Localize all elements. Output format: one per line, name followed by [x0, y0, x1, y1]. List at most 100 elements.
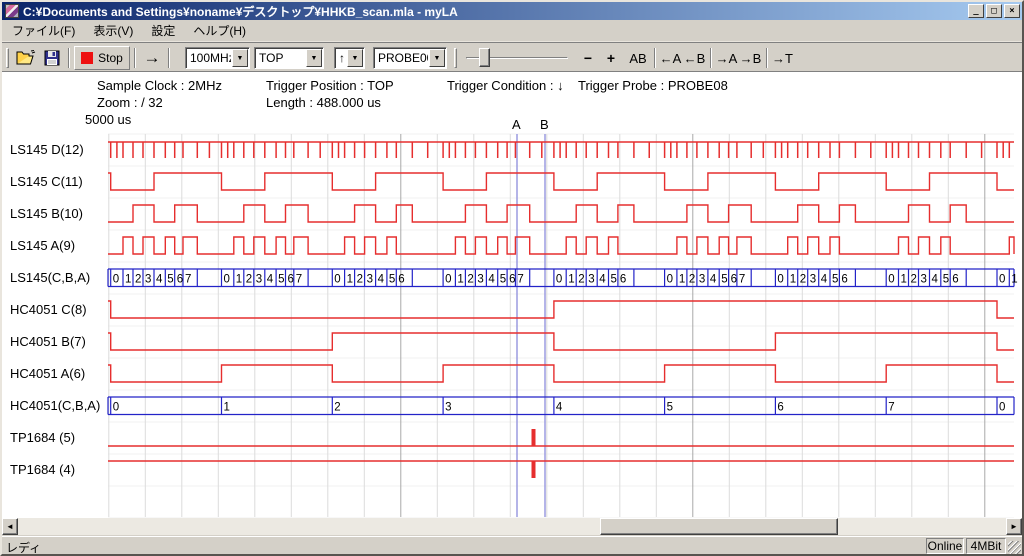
channel-label-ls145-a-9[interactable]: LS145 A(9): [10, 238, 75, 253]
svg-text:0: 0: [334, 274, 340, 286]
trigger-position-select[interactable]: TOP ▼: [254, 47, 324, 69]
toolbar-separator: [766, 48, 768, 68]
svg-text:2: 2: [246, 274, 252, 286]
channel-label-tp1684-5[interactable]: TP1684 (5): [10, 430, 75, 445]
svg-text:0: 0: [999, 402, 1005, 414]
svg-text:0: 0: [113, 274, 119, 286]
stop-label: Stop: [98, 51, 123, 65]
svg-text:6: 6: [288, 274, 294, 286]
zoom-in-button[interactable]: +: [603, 46, 619, 70]
channel-label-ls145-c-11[interactable]: LS145 C(11): [10, 174, 83, 189]
svg-text:1: 1: [236, 274, 242, 286]
scrollbar-thumb[interactable]: [600, 518, 838, 535]
svg-text:2: 2: [578, 274, 584, 286]
channel-label-hc4051-c-b-a[interactable]: HC4051(C,B,A): [10, 398, 100, 413]
svg-text:2: 2: [467, 274, 473, 286]
ab-range-button[interactable]: AB: [626, 46, 650, 70]
toolbar-grip[interactable]: [454, 48, 457, 68]
toolbar-grip[interactable]: [6, 48, 9, 68]
svg-text:1: 1: [457, 274, 463, 286]
trigger-probe-select[interactable]: PROBE00 ▼: [373, 47, 447, 69]
minimize-button[interactable]: _: [968, 4, 984, 18]
svg-text:5: 5: [167, 274, 173, 286]
channel-label-hc4051-c-8[interactable]: HC4051 C(8): [10, 302, 87, 317]
svg-text:7: 7: [517, 274, 523, 286]
toolbar-separator: [68, 48, 70, 68]
trigger-probe-value: PROBE00: [374, 51, 428, 65]
svg-text:7: 7: [739, 274, 745, 286]
svg-text:4: 4: [488, 274, 495, 286]
svg-text:1: 1: [901, 274, 907, 286]
scroll-left-arrow-icon[interactable]: ◄: [2, 518, 18, 535]
channel-label-ls145-d-12[interactable]: LS145 D(12): [10, 142, 84, 157]
svg-text:3: 3: [810, 274, 816, 286]
svg-text:0: 0: [113, 402, 119, 414]
svg-text:5: 5: [667, 402, 673, 414]
goto-marker-b-right-button[interactable]: →B: [739, 46, 762, 70]
goto-marker-a-right-button[interactable]: →A: [715, 46, 738, 70]
zoom-slider-thumb[interactable]: [479, 48, 490, 67]
zoom-out-button[interactable]: −: [580, 46, 596, 70]
status-bar: レディ Online 4MBit: [2, 536, 1022, 554]
svg-text:2: 2: [334, 402, 340, 414]
save-button[interactable]: [40, 46, 64, 70]
chevron-down-icon[interactable]: ▼: [232, 49, 248, 67]
waveform-client-area: Sample Clock : 2MHz Trigger Position : T…: [2, 72, 1022, 518]
stop-square-icon: [81, 52, 93, 64]
menu-settings[interactable]: 設定: [142, 19, 184, 42]
svg-text:4: 4: [267, 274, 274, 286]
svg-text:0: 0: [999, 274, 1005, 286]
svg-text:6: 6: [777, 402, 783, 414]
svg-text:6: 6: [952, 274, 958, 286]
channel-label-hc4051-a-6[interactable]: HC4051 A(6): [10, 366, 85, 381]
svg-text:0: 0: [224, 274, 230, 286]
svg-text:5: 5: [389, 274, 395, 286]
svg-text:3: 3: [699, 274, 705, 286]
open-button[interactable]: [14, 46, 38, 70]
svg-text:6: 6: [398, 274, 404, 286]
maximize-button[interactable]: □: [986, 4, 1002, 18]
channel-label-hc4051-b-7[interactable]: HC4051 B(7): [10, 334, 86, 349]
svg-text:2: 2: [135, 274, 141, 286]
chevron-down-icon[interactable]: ▼: [429, 49, 445, 67]
channel-label-ls145-b-10[interactable]: LS145 B(10): [10, 206, 83, 221]
stop-button[interactable]: Stop: [74, 46, 130, 70]
svg-text:5: 5: [278, 274, 284, 286]
app-window: C:¥Documents and Settings¥noname¥デスクトップ¥…: [0, 0, 1024, 556]
svg-text:6: 6: [620, 274, 626, 286]
channel-label-tp1684-4[interactable]: TP1684 (4): [10, 462, 75, 477]
goto-marker-b-left-button[interactable]: ←B: [683, 46, 706, 70]
resize-grip[interactable]: [1008, 541, 1021, 554]
svg-text:0: 0: [445, 274, 451, 286]
menu-help[interactable]: ヘルプ(H): [184, 19, 255, 42]
status-ready-text: レディ: [6, 539, 41, 556]
svg-text:5: 5: [832, 274, 838, 286]
svg-text:3: 3: [145, 274, 151, 286]
horizontal-scrollbar[interactable]: ◄ ►: [2, 518, 1022, 535]
toolbar: Stop → 100MHz ▼ TOP ▼ ↑ ▼ PROBE00 ▼ − + …: [2, 42, 1022, 72]
svg-text:0: 0: [667, 274, 673, 286]
run-button[interactable]: →: [139, 46, 165, 70]
close-button[interactable]: ×: [1004, 4, 1020, 18]
svg-text:4: 4: [556, 402, 563, 414]
channel-label-ls145-c-b-a[interactable]: LS145(C,B,A): [10, 270, 90, 285]
svg-text:2: 2: [800, 274, 806, 286]
goto-trigger-button[interactable]: →T: [771, 46, 794, 70]
app-icon: [5, 4, 19, 18]
chevron-down-icon[interactable]: ▼: [347, 49, 363, 67]
waveform-plot[interactable]: 0123456701234567012345601234567012345601…: [2, 72, 1022, 518]
svg-text:3: 3: [921, 274, 927, 286]
goto-marker-a-left-button[interactable]: ←A: [659, 46, 682, 70]
svg-text:1: 1: [125, 274, 131, 286]
scroll-right-arrow-icon[interactable]: ►: [1006, 518, 1022, 535]
svg-text:2: 2: [689, 274, 695, 286]
toolbar-separator: [654, 48, 656, 68]
menu-file[interactable]: ファイル(F): [3, 19, 84, 42]
sample-clock-select[interactable]: 100MHz ▼: [185, 47, 250, 69]
chevron-down-icon[interactable]: ▼: [306, 49, 322, 67]
trigger-edge-select[interactable]: ↑ ▼: [334, 47, 365, 69]
svg-text:3: 3: [445, 402, 451, 414]
status-online-badge: Online: [926, 538, 964, 554]
svg-text:6: 6: [509, 274, 515, 286]
menu-view[interactable]: 表示(V): [84, 19, 142, 42]
